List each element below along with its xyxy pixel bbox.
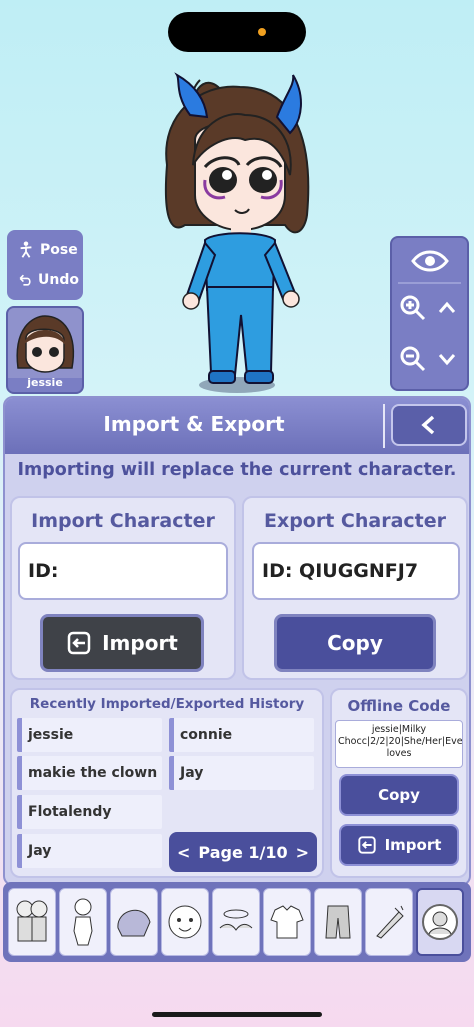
pose-label: Pose: [40, 242, 78, 258]
character-figure: [145, 55, 330, 400]
character-slot-card[interactable]: jessie: [6, 306, 84, 394]
import-warning-notice: Importing will replace the current chara…: [17, 460, 457, 480]
camera-dot: [258, 28, 266, 36]
hair-icon[interactable]: [110, 888, 158, 956]
pose-icon: [20, 241, 32, 258]
history-item[interactable]: makie the clown: [17, 756, 162, 790]
profile-icon[interactable]: [416, 888, 464, 956]
import-id-field[interactable]: ID:: [18, 542, 228, 600]
import-icon: [357, 836, 376, 854]
import-character-section: Import Character ID: Import: [10, 496, 236, 680]
history-title: Recently Imported/Exported History: [29, 696, 305, 712]
history-item[interactable]: Flotalendy: [17, 795, 162, 829]
back-button[interactable]: [391, 404, 467, 446]
zoom-in-icon[interactable]: [398, 293, 428, 323]
export-character-section: Export Character ID: QIUGGNFJ7 Copy: [242, 496, 468, 680]
page-prev-button[interactable]: <: [177, 843, 190, 862]
category-bar: [3, 882, 471, 962]
offline-title: Offline Code: [347, 697, 451, 715]
import-button[interactable]: Import: [40, 614, 204, 672]
body-icon[interactable]: [59, 888, 107, 956]
undo-button[interactable]: Undo: [11, 265, 79, 295]
chevron-up-icon[interactable]: [432, 293, 462, 323]
offline-code-text[interactable]: jessie|Milky Chocc|2/2|20|She/Her|Everyb…: [335, 720, 463, 768]
item-icon[interactable]: [365, 888, 413, 956]
panel-title: Import & Export: [103, 412, 285, 436]
accessory-icon[interactable]: [212, 888, 260, 956]
export-title: Export Character: [263, 510, 447, 532]
page-label: Page 1/10: [198, 842, 288, 862]
offline-import-button[interactable]: Import: [339, 824, 459, 866]
eye-icon[interactable]: [410, 246, 450, 276]
panel-header: Import & Export: [5, 398, 469, 454]
history-item[interactable]: Jay: [17, 834, 162, 868]
view-controls: [390, 236, 469, 391]
phone-notch: [168, 12, 306, 52]
view-divider: [398, 282, 461, 284]
bottom-icon[interactable]: [314, 888, 362, 956]
character-slot-name: jessie: [27, 376, 63, 389]
import-icon: [67, 631, 91, 655]
home-indicator: [152, 1012, 322, 1017]
offline-copy-button[interactable]: Copy: [339, 774, 459, 816]
chevron-left-icon: [421, 415, 435, 435]
import-title: Import Character: [31, 510, 215, 532]
page-navigator: < Page 1/10 >: [169, 832, 317, 872]
page-next-button[interactable]: >: [296, 843, 309, 862]
face-icon[interactable]: [161, 888, 209, 956]
copy-button-label: Copy: [327, 631, 383, 655]
preset-characters-icon[interactable]: [8, 888, 56, 956]
character-avatar: [8, 308, 82, 378]
undo-icon: [19, 274, 31, 286]
copy-button[interactable]: Copy: [274, 614, 436, 672]
offline-import-label: Import: [384, 836, 442, 854]
history-item[interactable]: connie: [169, 718, 314, 752]
export-id-field[interactable]: ID: QIUGGNFJ7: [252, 542, 460, 600]
undo-label: Undo: [38, 272, 79, 288]
chevron-down-icon[interactable]: [432, 344, 462, 374]
zoom-out-icon[interactable]: [398, 344, 428, 374]
history-item[interactable]: jessie: [17, 718, 162, 752]
tool-box: Pose Undo: [7, 230, 83, 300]
pose-button[interactable]: Pose: [11, 235, 79, 265]
import-button-label: Import: [102, 631, 178, 655]
header-divider: [383, 404, 385, 448]
history-item[interactable]: Jay: [169, 756, 314, 790]
top-icon[interactable]: [263, 888, 311, 956]
offline-copy-label: Copy: [378, 786, 420, 804]
import-export-panel: Import & Export Importing will replace t…: [3, 396, 471, 886]
